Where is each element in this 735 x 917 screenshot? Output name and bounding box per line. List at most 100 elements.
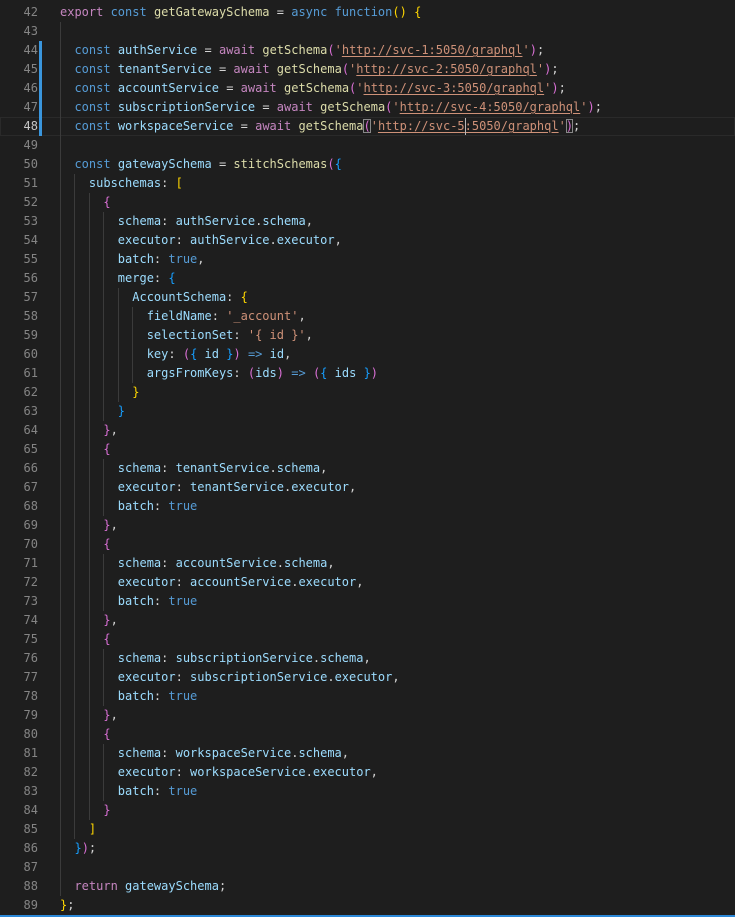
code-line[interactable]: 62 } xyxy=(0,383,735,402)
code-line[interactable]: 68 batch: true xyxy=(0,497,735,516)
line-number[interactable]: 60 xyxy=(0,345,38,364)
line-number[interactable]: 76 xyxy=(0,649,38,668)
code-line[interactable]: 56 merge: { xyxy=(0,269,735,288)
line-number[interactable]: 50 xyxy=(0,155,38,174)
line-number[interactable]: 74 xyxy=(0,611,38,630)
line-number[interactable]: 73 xyxy=(0,592,38,611)
line-number[interactable]: 42 xyxy=(0,3,38,22)
line-number[interactable]: 62 xyxy=(0,383,38,402)
line-number[interactable]: 47 xyxy=(0,98,38,117)
code-line[interactable]: 60 key: ({ id }) => id, xyxy=(0,345,735,364)
code-line[interactable]: 76 schema: subscriptionService.schema, xyxy=(0,649,735,668)
line-number[interactable]: 65 xyxy=(0,440,38,459)
code-line[interactable]: 70 { xyxy=(0,535,735,554)
line-number[interactable]: 85 xyxy=(0,820,38,839)
line-number[interactable]: 63 xyxy=(0,402,38,421)
code-line[interactable]: 58 fieldName: '_account', xyxy=(0,307,735,326)
line-number[interactable]: 82 xyxy=(0,763,38,782)
code-line[interactable]: 52 { xyxy=(0,193,735,212)
code-line[interactable]: 73 batch: true xyxy=(0,592,735,611)
code-line[interactable]: 71 schema: accountService.schema, xyxy=(0,554,735,573)
line-number[interactable]: 79 xyxy=(0,706,38,725)
code-line[interactable]: 54 executor: authService.executor, xyxy=(0,231,735,250)
line-number[interactable]: 51 xyxy=(0,174,38,193)
line-number[interactable]: 61 xyxy=(0,364,38,383)
code-line[interactable]: 44 const authService = await getSchema('… xyxy=(0,41,735,60)
line-number[interactable]: 45 xyxy=(0,60,38,79)
code-line[interactable]: 78 batch: true xyxy=(0,687,735,706)
line-number[interactable]: 81 xyxy=(0,744,38,763)
code-line[interactable]: 69 }, xyxy=(0,516,735,535)
line-number[interactable]: 75 xyxy=(0,630,38,649)
line-number[interactable]: 83 xyxy=(0,782,38,801)
line-number[interactable]: 80 xyxy=(0,725,38,744)
line-number[interactable]: 69 xyxy=(0,516,38,535)
line-number[interactable]: 46 xyxy=(0,79,38,98)
line-number[interactable]: 48 xyxy=(0,117,38,136)
code-line[interactable]: 83 batch: true xyxy=(0,782,735,801)
code-line[interactable]: 88 return gatewaySchema; xyxy=(0,877,735,896)
code-line[interactable]: 72 executor: accountService.executor, xyxy=(0,573,735,592)
line-number[interactable]: 64 xyxy=(0,421,38,440)
code-line[interactable]: 61 argsFromKeys: (ids) => ({ ids }) xyxy=(0,364,735,383)
line-number[interactable]: 44 xyxy=(0,41,38,60)
line-number[interactable]: 84 xyxy=(0,801,38,820)
code-line[interactable]: 87 xyxy=(0,858,735,877)
code-line[interactable]: 77 executor: subscriptionService.executo… xyxy=(0,668,735,687)
line-number[interactable]: 57 xyxy=(0,288,38,307)
code-line[interactable]: 66 schema: tenantService.schema, xyxy=(0,459,735,478)
line-number[interactable]: 77 xyxy=(0,668,38,687)
line-number[interactable]: 56 xyxy=(0,269,38,288)
code-line[interactable]: 81 schema: workspaceService.schema, xyxy=(0,744,735,763)
code-line[interactable]: 82 executor: workspaceService.executor, xyxy=(0,763,735,782)
code-line[interactable]: 86 }); xyxy=(0,839,735,858)
line-number[interactable]: 72 xyxy=(0,573,38,592)
code-line[interactable]: 84 } xyxy=(0,801,735,820)
line-number[interactable]: 55 xyxy=(0,250,38,269)
line-number[interactable]: 67 xyxy=(0,478,38,497)
code-line[interactable]: 53 schema: authService.schema, xyxy=(0,212,735,231)
code-line[interactable]: 43 xyxy=(0,22,735,41)
line-number[interactable]: 68 xyxy=(0,497,38,516)
line-number[interactable]: 86 xyxy=(0,839,38,858)
token: batch xyxy=(118,499,154,513)
line-number[interactable]: 49 xyxy=(0,136,38,155)
code-line[interactable]: 80 { xyxy=(0,725,735,744)
code-line[interactable]: 51 subschemas: [ xyxy=(0,174,735,193)
code-line[interactable]: 47 const subscriptionService = await get… xyxy=(0,98,735,117)
line-number[interactable]: 54 xyxy=(0,231,38,250)
line-number[interactable]: 66 xyxy=(0,459,38,478)
code-line[interactable]: 85 ] xyxy=(0,820,735,839)
code-line[interactable]: 89}; xyxy=(0,896,735,915)
git-modified-marker xyxy=(39,117,42,136)
line-number[interactable]: 89 xyxy=(0,896,38,915)
code-line[interactable]: 48 const workspaceService = await getSch… xyxy=(0,117,735,136)
code-line[interactable]: 75 { xyxy=(0,630,735,649)
line-number[interactable]: 88 xyxy=(0,877,38,896)
code-line[interactable]: 74 }, xyxy=(0,611,735,630)
code-line[interactable]: 42export const getGatewaySchema = async … xyxy=(0,3,735,22)
code-line[interactable]: 49 xyxy=(0,136,735,155)
code-line[interactable]: 64 }, xyxy=(0,421,735,440)
line-number[interactable]: 59 xyxy=(0,326,38,345)
token: function xyxy=(335,5,393,19)
code-line[interactable]: 65 { xyxy=(0,440,735,459)
line-number[interactable]: 58 xyxy=(0,307,38,326)
code-line[interactable]: 45 const tenantService = await getSchema… xyxy=(0,60,735,79)
line-number[interactable]: 87 xyxy=(0,858,38,877)
code-line[interactable]: 79 }, xyxy=(0,706,735,725)
code-line[interactable]: 46 const accountService = await getSchem… xyxy=(0,79,735,98)
code-line[interactable]: 57 AccountSchema: { xyxy=(0,288,735,307)
code-line[interactable]: 67 executor: tenantService.executor, xyxy=(0,478,735,497)
code-editor[interactable]: 42export const getGatewaySchema = async … xyxy=(0,0,735,917)
line-number[interactable]: 43 xyxy=(0,22,38,41)
code-line[interactable]: 63 } xyxy=(0,402,735,421)
line-number[interactable]: 78 xyxy=(0,687,38,706)
line-number[interactable]: 70 xyxy=(0,535,38,554)
code-line[interactable]: 50 const gatewaySchema = stitchSchemas({ xyxy=(0,155,735,174)
code-line[interactable]: 55 batch: true, xyxy=(0,250,735,269)
line-number[interactable]: 53 xyxy=(0,212,38,231)
line-number[interactable]: 71 xyxy=(0,554,38,573)
code-line[interactable]: 59 selectionSet: '{ id }', xyxy=(0,326,735,345)
line-number[interactable]: 52 xyxy=(0,193,38,212)
